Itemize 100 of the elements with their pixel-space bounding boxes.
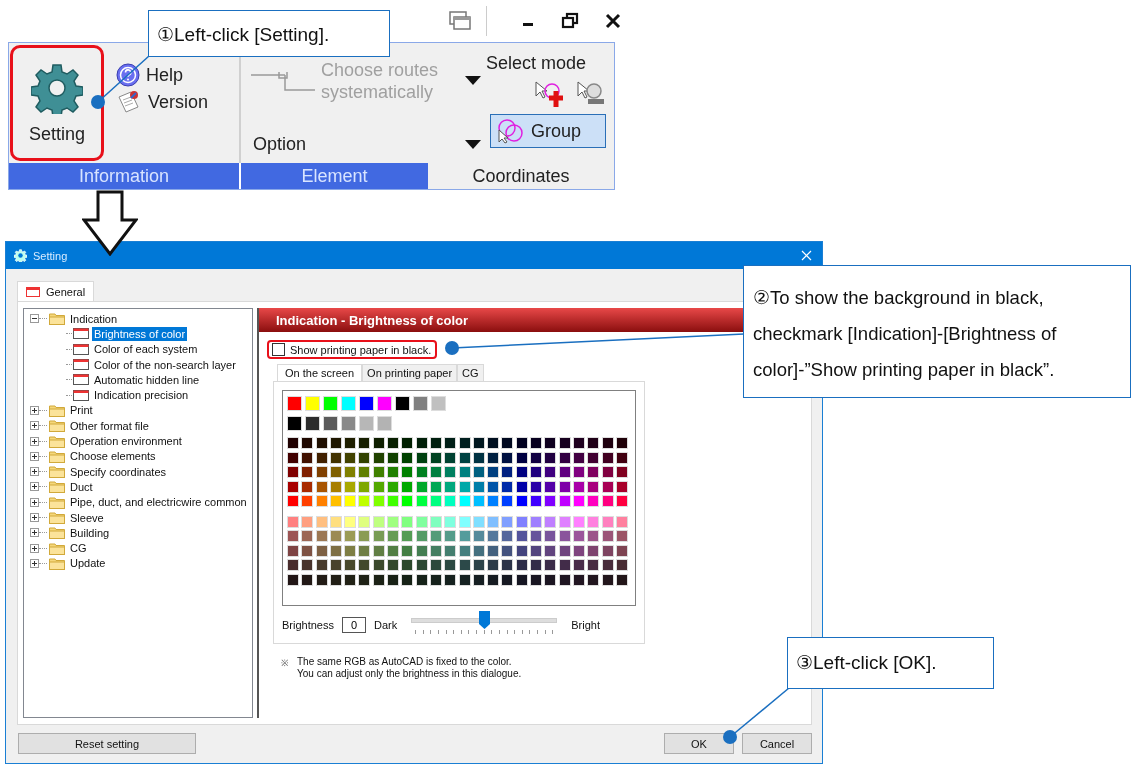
page-icon	[73, 343, 89, 355]
callout: ③Left-click [OK].	[787, 637, 994, 689]
tree-item[interactable]: Specify coordinates	[68, 464, 168, 479]
tree-item[interactable]: Print	[68, 403, 95, 418]
tree-item[interactable]: Brightness of color	[92, 326, 188, 341]
add-select-icon[interactable]	[534, 80, 564, 110]
tree-item[interactable]: Choose elements	[68, 449, 158, 464]
folder-icon	[49, 526, 65, 540]
color-swatch[interactable]	[359, 416, 374, 431]
tree-item[interactable]: Color of the non-search layer	[92, 357, 238, 372]
folder-icon	[49, 419, 65, 433]
tree-item[interactable]: Indication	[68, 311, 120, 326]
checkbox[interactable]	[272, 343, 285, 356]
note-text: The same RGB as AutoCAD is fixed to the color.	[297, 656, 513, 667]
setting-button[interactable]: Setting	[10, 45, 104, 161]
color-swatch[interactable]	[341, 396, 356, 411]
close-icon[interactable]	[605, 13, 621, 29]
brightness-label: Brightness	[282, 619, 334, 631]
page-icon	[73, 374, 89, 386]
color-swatch[interactable]	[305, 396, 320, 411]
paper-option-checkbox[interactable]: Show printing paper in black.	[272, 343, 432, 356]
subtab[interactable]: On the screen	[277, 364, 363, 381]
color-swatch[interactable]	[287, 396, 302, 411]
callout: ①Left-click [Setting].	[148, 10, 390, 57]
gear-icon	[14, 249, 27, 262]
page-icon	[26, 286, 40, 297]
expand-icon[interactable]	[30, 543, 39, 553]
windows-icon[interactable]	[448, 10, 472, 32]
tree-item[interactable]: Other format file	[68, 418, 151, 433]
tree-item[interactable]: Building	[68, 525, 112, 540]
version-button[interactable]: Version	[116, 89, 209, 115]
down-arrow-icon	[82, 190, 138, 256]
general-tab[interactable]: General	[17, 281, 95, 301]
folder-icon	[49, 465, 65, 479]
select-mode-label: Select mode	[485, 53, 586, 74]
folder-icon	[49, 556, 65, 570]
tree-item[interactable]: Automatic hidden line	[92, 372, 202, 387]
expand-icon[interactable]	[30, 482, 39, 492]
option-dropdown[interactable]: Option	[249, 134, 307, 155]
help-button[interactable]: Help	[116, 63, 209, 87]
callout: ②To show the background in black, checkmark [Indication]-[Brightness of color]-”Show printing paper in black”.	[743, 265, 1131, 398]
color-swatch[interactable]	[377, 396, 392, 411]
color-grid-drawing[interactable]	[287, 437, 628, 588]
expand-icon[interactable]	[30, 467, 39, 477]
collapse-icon[interactable]	[30, 314, 39, 324]
expand-icon[interactable]	[30, 558, 39, 568]
tree-item[interactable]: Operation environment	[68, 434, 184, 448]
page-icon	[73, 359, 89, 371]
folder-icon	[49, 480, 65, 494]
note-text: You can adjust only the brightness in this dialogue.	[297, 668, 522, 679]
color-swatch[interactable]	[413, 396, 428, 411]
ok-button[interactable]: OK	[664, 733, 734, 754]
folder-icon	[49, 541, 65, 555]
page-icon	[73, 389, 89, 401]
expand-icon[interactable]	[30, 528, 39, 538]
color-swatch[interactable]	[323, 396, 338, 411]
folder-icon	[49, 434, 65, 448]
dropdown-arrow-icon[interactable]	[465, 139, 481, 150]
tree-item[interactable]: Pipe, duct, and electricwire common	[68, 495, 249, 510]
expand-icon[interactable]	[30, 451, 39, 461]
bright-label: Bright	[571, 619, 600, 631]
subtab[interactable]: CG	[457, 364, 484, 381]
subtab[interactable]: On printing paper	[362, 364, 458, 381]
color-swatch[interactable]	[395, 396, 410, 411]
slider-thumb[interactable]	[479, 611, 491, 629]
expand-icon[interactable]	[30, 421, 39, 431]
reset-setting-button[interactable]: Reset setting	[18, 733, 196, 754]
page-icon	[73, 328, 89, 340]
color-swatch[interactable]	[359, 396, 374, 411]
folder-icon	[49, 312, 65, 326]
color-swatch[interactable]	[287, 416, 302, 431]
tree-item[interactable]: Duct	[68, 479, 95, 494]
expand-icon[interactable]	[30, 497, 39, 507]
tree-item[interactable]: Color of each system	[92, 342, 200, 357]
color-swatch[interactable]	[305, 416, 320, 431]
ribbon-group-label: Information	[9, 163, 241, 189]
cancel-button[interactable]: Cancel	[742, 733, 812, 754]
note-mark: ※	[281, 657, 289, 670]
expand-icon[interactable]	[30, 513, 39, 522]
tree-item[interactable]: Indication precision	[92, 388, 191, 403]
gear-icon	[31, 61, 83, 114]
color-swatch[interactable]	[341, 416, 356, 431]
dropdown-arrow-icon[interactable]	[465, 76, 481, 86]
tree-item[interactable]: Update	[68, 556, 108, 571]
brightness-slider[interactable]	[411, 613, 558, 637]
tree-item[interactable]: Sleeve	[68, 510, 106, 525]
restore-icon[interactable]	[561, 12, 579, 30]
color-swatch[interactable]	[323, 416, 338, 431]
ribbon-group-label: Element	[241, 163, 428, 189]
tree-item[interactable]: CG	[68, 541, 89, 556]
color-swatch[interactable]	[431, 396, 446, 411]
folder-icon	[49, 495, 65, 509]
window-title: Setting	[33, 249, 68, 262]
expand-icon[interactable]	[30, 405, 39, 415]
folder-icon	[49, 403, 65, 417]
brightness-field[interactable]: 0	[342, 617, 366, 633]
folder-icon	[49, 511, 65, 524]
expand-icon[interactable]	[30, 436, 39, 446]
group-button[interactable]: Group	[490, 114, 606, 148]
color-swatch[interactable]	[377, 416, 392, 431]
